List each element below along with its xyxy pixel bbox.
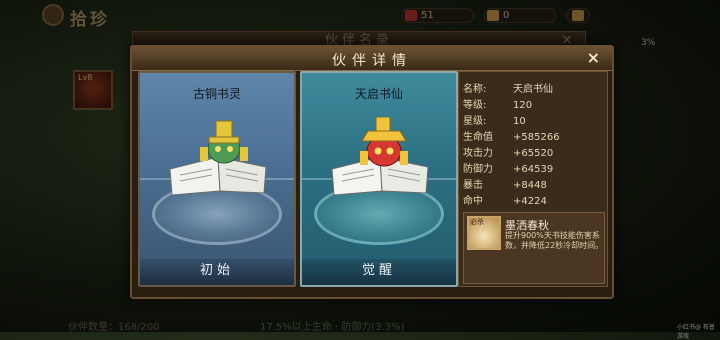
dialog-header: 伙伴详情 × <box>132 47 612 71</box>
partner-name-initial: 古铜书灵 <box>192 87 241 101</box>
stat-row-name: 名称: 天启书仙 <box>463 84 553 95</box>
close-button[interactable]: × <box>587 49 600 67</box>
partner-sprite-awakened <box>331 117 429 196</box>
stat-row-hit: 命中 +4224 <box>463 196 547 207</box>
partner-name-awakened: 天启书仙 <box>354 87 403 101</box>
skill-description: 提升900%天书技能伤害系数，并降低22秒冷却时间。 <box>505 231 604 250</box>
partner-card-initial[interactable]: 古铜书灵 初始 <box>138 71 296 287</box>
book-skill-icon[interactable]: 必杀 <box>467 216 501 250</box>
stat-row-star: 星级: 10 <box>463 116 526 127</box>
skill-box[interactable]: 必杀 墨洒春秋 提升900%天书技能伤害系数，并降低22秒冷却时间。 <box>463 212 605 284</box>
watermark: 小红书@ 布普游戏 <box>677 324 715 340</box>
stage-label-initial: 初始 <box>140 259 294 285</box>
dialog-title: 伙伴详情 <box>332 53 412 69</box>
partner-sprite-initial <box>169 120 267 196</box>
stat-row-crit: 暴击 +8448 <box>463 180 547 191</box>
stage-label-awakened: 觉醒 <box>302 259 456 285</box>
partner-detail-dialog: 伙伴详情 × 古铜书灵 初始 天启书仙 觉醒 名称: 天启书仙 等级: 120 … <box>130 45 614 299</box>
stat-row-defense: 防御力 +64539 <box>463 164 554 175</box>
stats-panel: 名称: 天启书仙 等级: 120 星级: 10 生命值 +585266 攻击力 +6552… <box>458 71 608 287</box>
stat-row-hp: 生命值 +585266 <box>463 132 560 143</box>
skill-icon-badge: 必杀 <box>470 218 484 226</box>
stat-row-level: 等级: 120 <box>463 100 533 111</box>
partner-card-awakened[interactable]: 天启书仙 觉醒 <box>300 71 458 287</box>
stat-row-attack: 攻击力 +65520 <box>463 148 554 159</box>
